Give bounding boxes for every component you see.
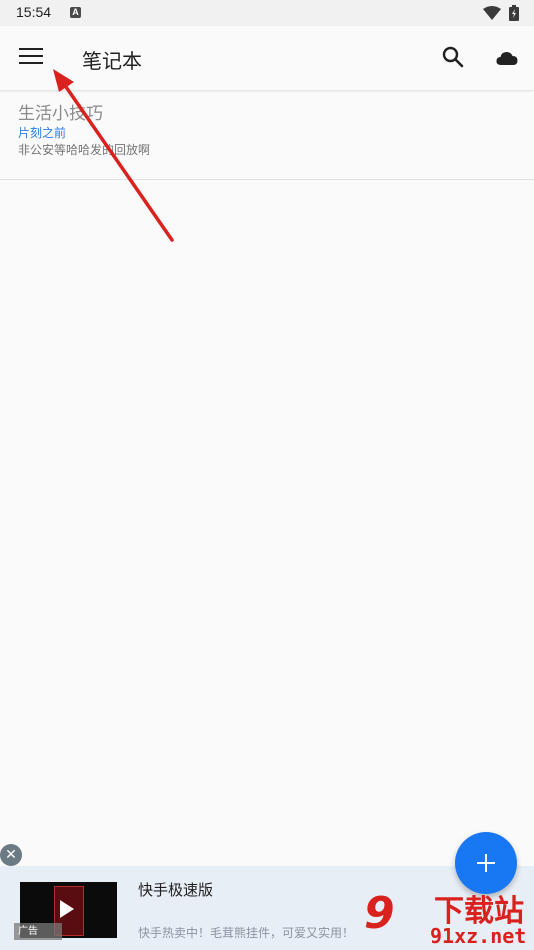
watermark-logo: 9 <box>364 888 395 939</box>
search-icon[interactable] <box>442 46 464 68</box>
status-bar: 15:54 A <box>0 0 534 26</box>
status-time: 15:54 <box>16 4 52 20</box>
note-timestamp: 片刻之前 <box>18 126 67 140</box>
ad-close-button[interactable]: ✕ <box>0 844 22 866</box>
app-bar: 笔记本 <box>0 26 534 90</box>
wifi-icon <box>483 6 501 20</box>
notification-icon: A <box>70 7 81 18</box>
close-icon: ✕ <box>5 847 17 863</box>
ad-app-name: 快手极速版 <box>138 881 214 899</box>
note-title: 生活小技巧 <box>18 104 103 124</box>
play-icon[interactable] <box>60 900 74 918</box>
watermark-url: 91xz.net <box>430 924 527 948</box>
battery-icon <box>509 5 519 21</box>
add-note-button[interactable] <box>455 832 517 894</box>
cloud-icon[interactable] <box>496 50 518 66</box>
list-item[interactable]: 生活小技巧 片刻之前 非公安等哈哈发的回放啊 <box>0 91 534 180</box>
page-title: 笔记本 <box>82 49 142 73</box>
ad-description: 快手热卖中！毛茸熊挂件，可爱又实用！ <box>138 926 355 940</box>
note-preview: 非公安等哈哈发的回放啊 <box>18 143 151 157</box>
ad-label: 广告 <box>14 923 62 940</box>
watermark: 9 下载站 91xz.net <box>364 886 534 950</box>
menu-icon[interactable] <box>19 48 43 68</box>
